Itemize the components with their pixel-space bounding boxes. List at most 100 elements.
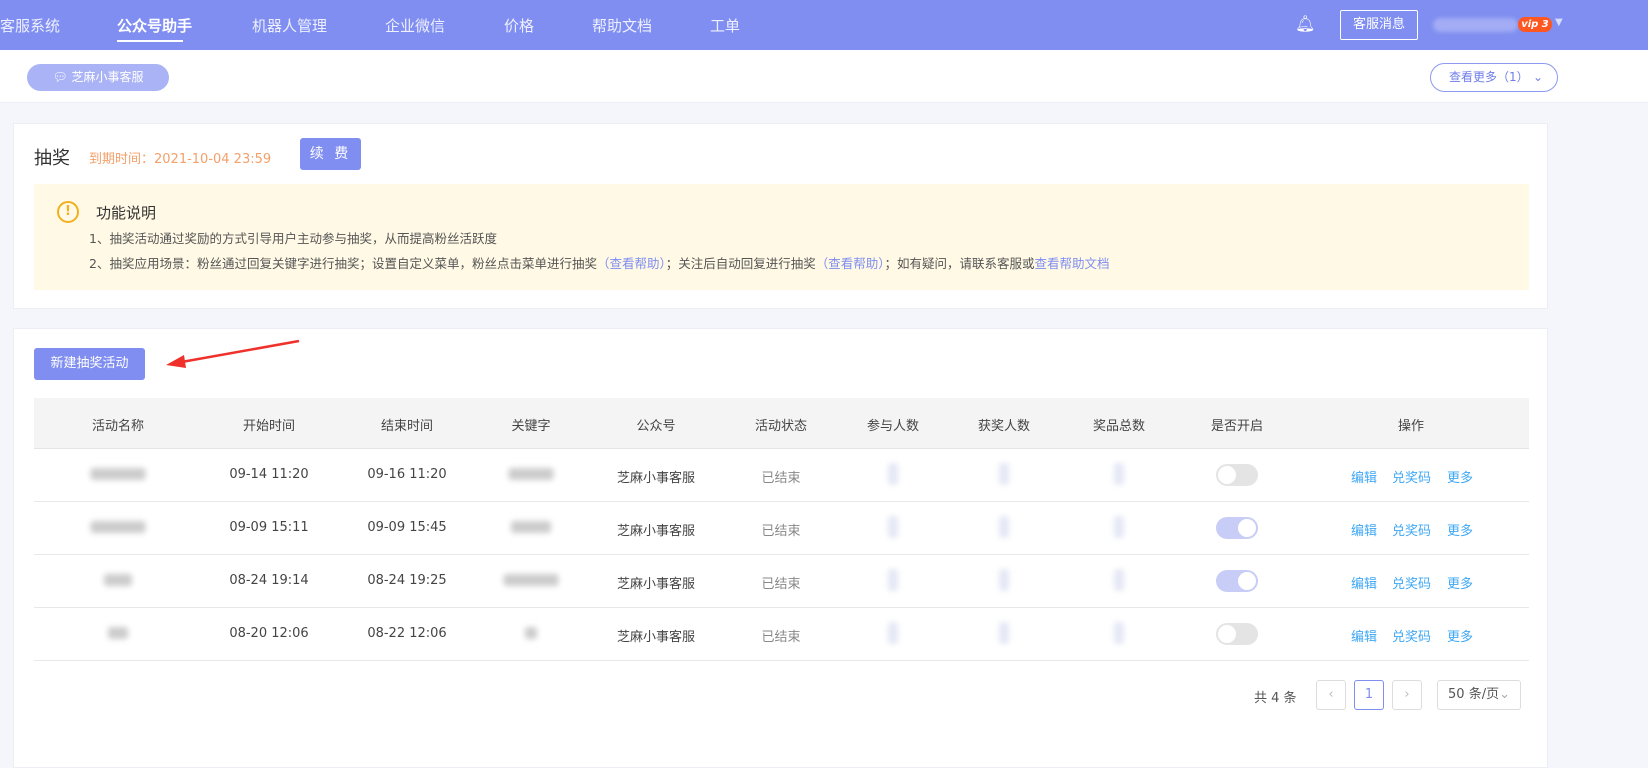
count-blurred (999, 516, 1009, 538)
nav-item-mp-assistant[interactable]: 公众号助手 (117, 15, 192, 36)
redeem-code-link[interactable]: 兑奖码 (1392, 573, 1431, 592)
help-doc-link[interactable]: 查看帮助文档 (1035, 256, 1110, 271)
nav-item-help[interactable]: 帮助文档 (592, 15, 652, 36)
column-header: 公众号 (636, 419, 676, 434)
count-blurred (1114, 463, 1124, 485)
account: 芝麻小事客服 (616, 630, 696, 645)
enable-toggle[interactable] (1216, 623, 1258, 645)
toggle-knob (1218, 625, 1236, 643)
column-header: 奖品总数 (1092, 419, 1146, 434)
count-blurred (999, 463, 1009, 485)
count-blurred (999, 622, 1009, 644)
activity-card: 新建抽奖活动 活动名称 开始时间 结束时间 关键字 公众号 活动状态 参与人数 获奖人数 奖品总… (13, 328, 1548, 768)
caret-down-icon[interactable]: ▼ (1555, 17, 1563, 28)
vip-badge: vip 3 (1518, 17, 1552, 32)
activity-name-blurred (90, 521, 146, 533)
start-time: 09-09 15:11 (229, 520, 309, 535)
keyword-blurred (511, 521, 551, 533)
more-link[interactable]: 更多 (1447, 520, 1473, 539)
count-blurred (888, 463, 898, 485)
status: 已结束 (761, 524, 801, 539)
expire-time: 到期时间：2021-10-04 23:59 (89, 152, 272, 167)
username-blurred[interactable] (1433, 18, 1518, 32)
column-header: 关键字 (511, 419, 551, 434)
edit-link[interactable]: 编辑 (1351, 467, 1377, 486)
help-link[interactable]: （查看帮助） (816, 256, 885, 271)
status: 已结束 (761, 471, 801, 486)
notice-title: 功能说明 (96, 204, 157, 222)
wechat-icon: 💬︎ (52, 70, 72, 84)
nav-item-kefu[interactable]: 客服系统 (0, 15, 60, 36)
info-card: 抽奖 到期时间：2021-10-04 23:59 续 费 ! 功能说明 1、抽奖… (13, 123, 1548, 309)
column-header: 活动状态 (754, 419, 808, 434)
enable-toggle[interactable] (1216, 464, 1258, 486)
activity-name-blurred (90, 468, 146, 480)
notice-line-2: 2、抽奖应用场景：粉丝通过回复关键字进行抽奖；设置自定义菜单，粉丝点击菜单进行抽… (89, 253, 1110, 272)
table-row: 08-24 19:14 08-24 19:25 芝麻小事客服 已结束 编辑 兑奖码 更多 (34, 555, 1529, 608)
count-blurred (888, 622, 898, 644)
prev-page-button[interactable]: ‹ (1316, 680, 1346, 710)
status: 已结束 (761, 577, 801, 592)
next-page-button[interactable]: › (1392, 680, 1422, 710)
column-header: 活动名称 (91, 419, 145, 434)
start-time: 08-24 19:14 (229, 573, 309, 588)
keyword-blurred (525, 627, 537, 639)
page-title: 抽奖 (34, 148, 70, 169)
count-blurred (1114, 622, 1124, 644)
table-row: 09-14 11:20 09-16 11:20 芝麻小事客服 已结束 编辑 兑奖码 更多 (34, 449, 1529, 502)
toggle-knob (1218, 466, 1236, 484)
notice-text: 2、抽奖应用场景：粉丝通过回复关键字进行抽奖；设置自定义菜单，粉丝点击菜单进行抽… (89, 256, 597, 271)
view-more-label: 查看更多（1） (1449, 70, 1529, 84)
activity-name-blurred (108, 627, 128, 639)
page-1-button[interactable]: 1 (1354, 680, 1384, 710)
column-header: 是否开启 (1210, 419, 1264, 434)
top-nav: 客服系统 公众号助手 机器人管理 企业微信 价格 帮助文档 工单 🔔︎ 客服消息… (0, 0, 1648, 50)
account: 芝麻小事客服 (616, 577, 696, 592)
count-blurred (1114, 569, 1124, 591)
sub-bar: 💬︎ 芝麻小事客服 查看更多（1） ⌄ (0, 50, 1648, 103)
nav-item-robot[interactable]: 机器人管理 (252, 15, 327, 36)
notice-box: ! 功能说明 1、抽奖活动通过奖励的方式引导用户主动参与抽奖，从而提高粉丝活跃度… (34, 184, 1529, 290)
red-arrow-annotation (166, 339, 300, 368)
more-link[interactable]: 更多 (1447, 467, 1473, 486)
status: 已结束 (761, 630, 801, 645)
more-link[interactable]: 更多 (1447, 573, 1473, 592)
enable-toggle[interactable] (1216, 570, 1258, 592)
new-lottery-button[interactable]: 新建抽奖活动 (34, 348, 145, 380)
redeem-code-link[interactable]: 兑奖码 (1392, 467, 1431, 486)
total-count: 共 4 条 (1254, 691, 1297, 706)
count-blurred (1114, 516, 1124, 538)
view-more-dropdown[interactable]: 查看更多（1） ⌄ (1430, 63, 1558, 92)
renew-button[interactable]: 续 费 (300, 138, 361, 170)
keyword-blurred (503, 574, 559, 586)
redeem-code-link[interactable]: 兑奖码 (1392, 626, 1431, 645)
help-link[interactable]: （查看帮助） (597, 256, 666, 271)
end-time: 08-24 19:25 (367, 573, 447, 588)
more-link[interactable]: 更多 (1447, 626, 1473, 645)
kf-message-button[interactable]: 客服消息 (1340, 10, 1418, 40)
nav-item-wework[interactable]: 企业微信 (385, 15, 445, 36)
edit-link[interactable]: 编辑 (1351, 520, 1377, 539)
keyword-blurred (508, 468, 554, 480)
edit-link[interactable]: 编辑 (1351, 573, 1377, 592)
notice-line-1: 1、抽奖活动通过奖励的方式引导用户主动参与抽奖，从而提高粉丝活跃度 (89, 231, 497, 246)
count-blurred (888, 516, 898, 538)
account: 芝麻小事客服 (616, 471, 696, 486)
account-pill[interactable]: 💬︎ 芝麻小事客服 (27, 64, 169, 91)
enable-toggle[interactable] (1216, 517, 1258, 539)
toggle-knob (1238, 519, 1256, 537)
column-header: 参与人数 (866, 419, 920, 434)
page-size-select[interactable]: 50 条/页⌄ (1437, 680, 1521, 710)
start-time: 09-14 11:20 (229, 467, 309, 482)
activity-name-blurred (104, 574, 132, 586)
chevron-down-icon: ⌄ (1532, 70, 1543, 84)
count-blurred (999, 569, 1009, 591)
redeem-code-link[interactable]: 兑奖码 (1392, 520, 1431, 539)
edit-link[interactable]: 编辑 (1351, 626, 1377, 645)
column-header: 开始时间 (242, 419, 296, 434)
table-row: 08-20 12:06 08-22 12:06 芝麻小事客服 已结束 编辑 兑奖码 更多 (34, 608, 1529, 661)
nav-item-price[interactable]: 价格 (504, 15, 534, 36)
bell-icon[interactable]: 🔔︎ (1295, 14, 1315, 33)
count-blurred (888, 569, 898, 591)
nav-item-ticket[interactable]: 工单 (710, 15, 740, 36)
